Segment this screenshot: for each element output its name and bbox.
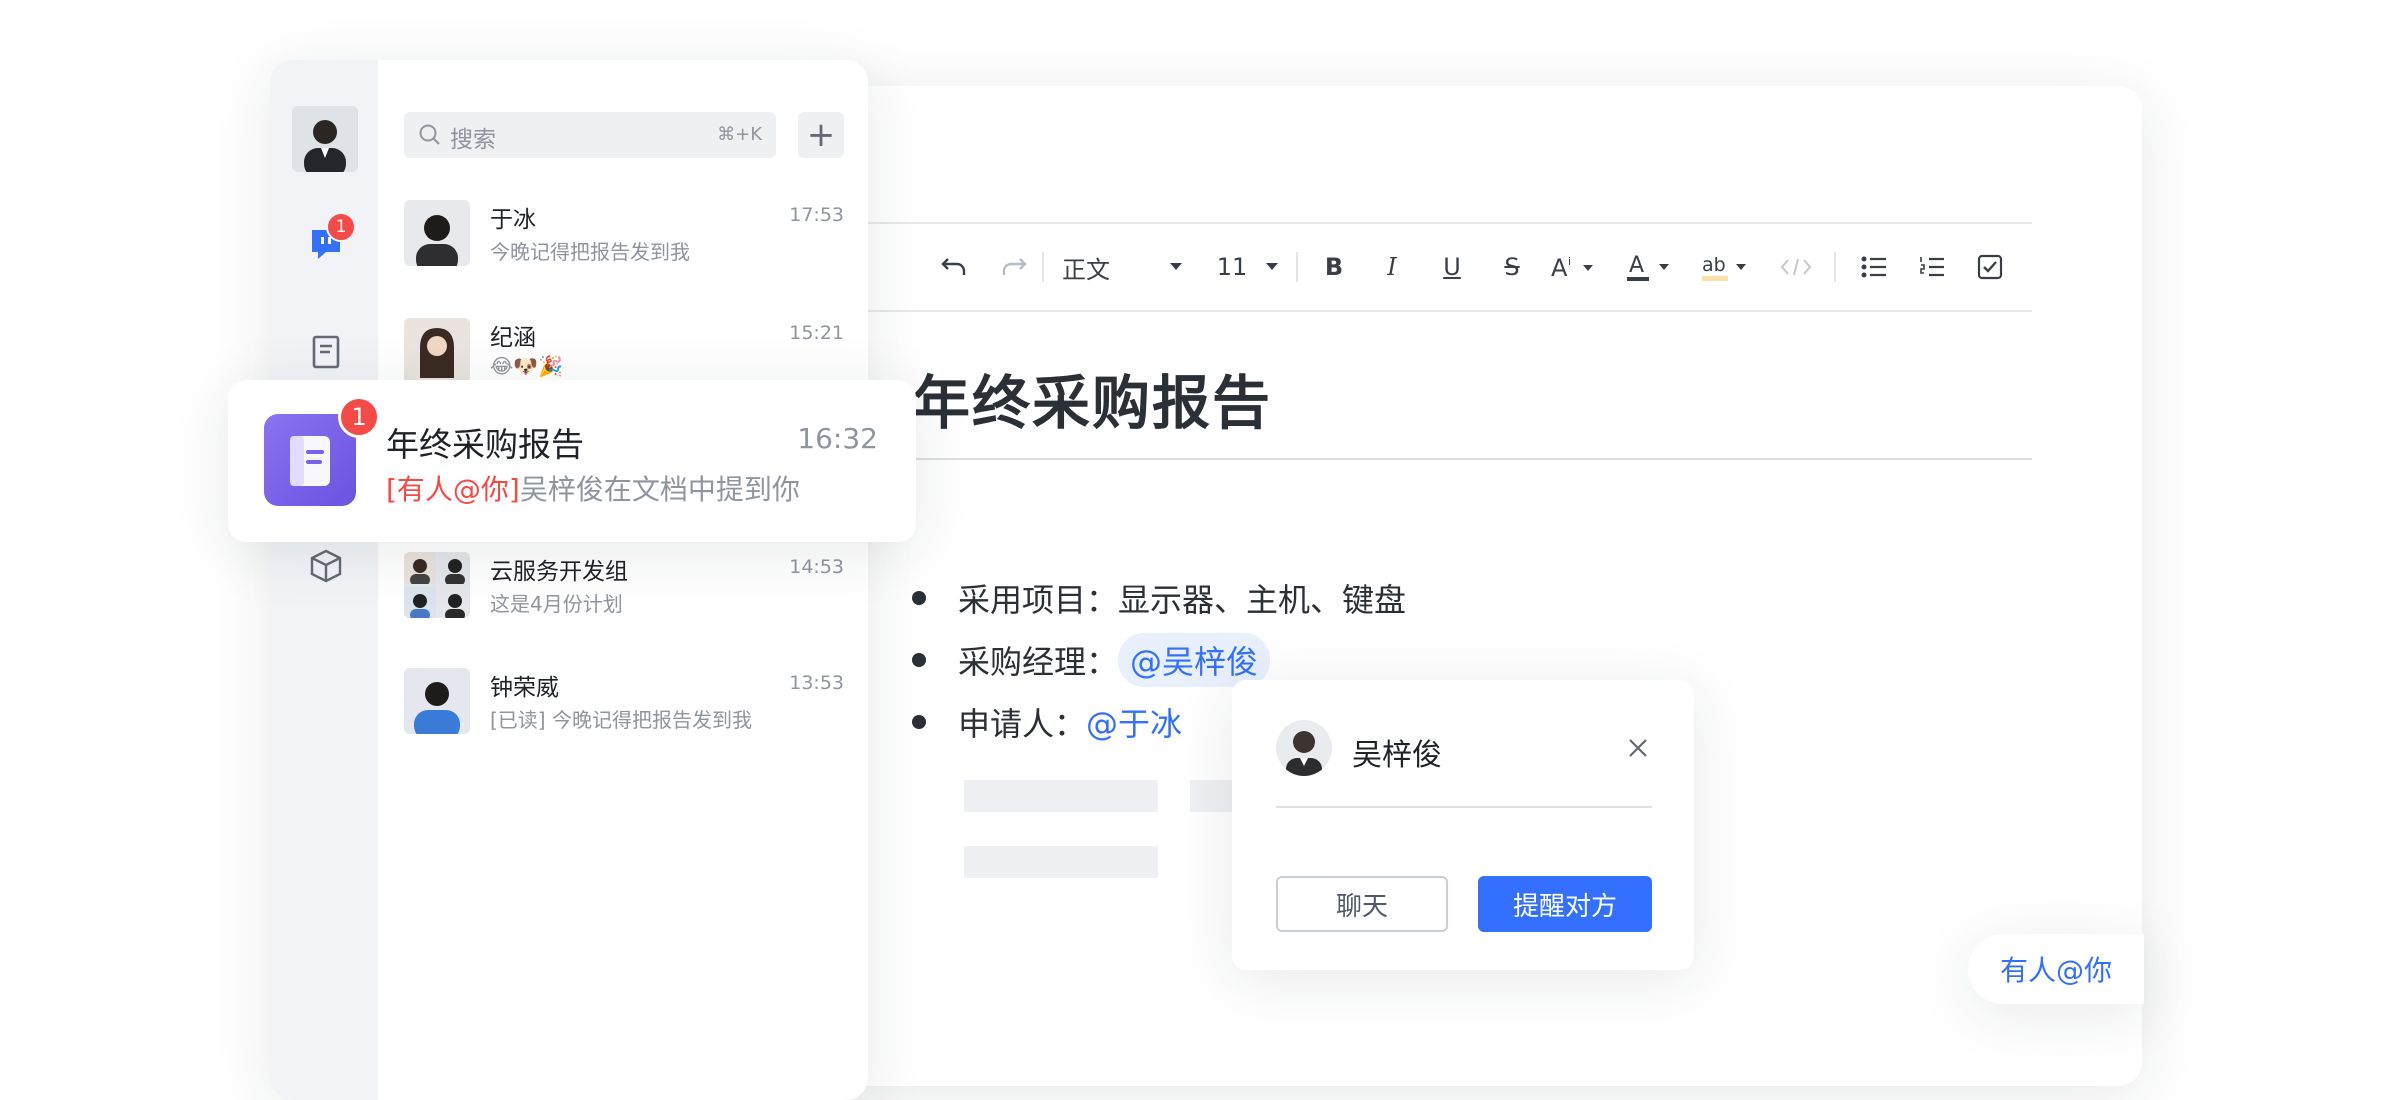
checklist-icon[interactable] [1968, 224, 2012, 310]
conversation-preview: 😂🐶🎉 [490, 354, 564, 378]
bullet-item[interactable]: 采购经理： @吴梓俊 [912, 633, 1271, 687]
remind-button[interactable]: 提醒对方 [1478, 876, 1652, 932]
toolbar-divider [1042, 252, 1044, 282]
search-shortcut: ⌘+K [717, 124, 762, 145]
conversation-time: 13:53 [789, 672, 844, 694]
numbered-list-icon[interactable] [1910, 224, 1954, 310]
toolbar-divider [1296, 252, 1298, 282]
docs-icon[interactable] [306, 332, 346, 372]
text-style-select[interactable]: 正文 [1062, 224, 1172, 310]
undo-icon[interactable] [932, 224, 976, 310]
font-size-select[interactable]: 11 [1212, 224, 1252, 310]
title-divider [912, 458, 2032, 460]
strikethrough-icon[interactable]: S [1492, 224, 1532, 310]
conversation-preview: [已读] 今晚记得把报告发到我 [490, 708, 752, 732]
conversation-name: 纪涵 [490, 325, 536, 351]
conversation-item[interactable]: 于冰 17:53 今晚记得把报告发到我 [404, 200, 844, 290]
chat-window: 1 搜索 ⌘+K + 于冰 17:53 今晚记得把报告发到我 纪涵 15:21 … [270, 60, 868, 1100]
svg-text:i: i [1568, 255, 1571, 268]
avatar [1276, 720, 1332, 776]
text-style-value: 正文 [1062, 255, 1110, 284]
avatar [404, 318, 470, 384]
notification-text: 吴梓俊在文档中提到你 [519, 473, 800, 506]
bold-icon[interactable]: B [1314, 224, 1354, 310]
svg-text:A: A [1551, 255, 1568, 279]
popup-divider [1276, 806, 1652, 808]
document-title[interactable]: 年终采购报告 [912, 356, 1272, 440]
font-size-value: 11 [1216, 253, 1248, 281]
notification-message: [有人@你]吴梓俊在文档中提到你 [386, 468, 800, 508]
bullet-value: 显示器、主机、键盘 [1118, 581, 1407, 619]
font-color-icon[interactable]: A [1624, 224, 1680, 310]
conversation-preview: 今晚记得把报告发到我 [490, 240, 690, 264]
italic-icon[interactable]: I [1372, 224, 1412, 310]
content-placeholder [964, 846, 1158, 878]
mention-indicator-button[interactable]: 有人@你 [1968, 934, 2144, 1004]
avatar [404, 200, 470, 266]
mention-notification[interactable]: 1 年终采购报告 16:32 [有人@你]吴梓俊在文档中提到你 [228, 380, 916, 542]
conversation-name: 云服务开发组 [490, 559, 628, 585]
conversation-item[interactable]: 钟荣威 13:53 [已读] 今晚记得把报告发到我 [404, 668, 844, 758]
bullet-item[interactable]: 采用项目： 显示器、主机、键盘 [912, 572, 1406, 624]
mention-link[interactable]: @于冰 [1086, 699, 1182, 745]
code-icon[interactable] [1774, 224, 1818, 310]
mention-popup: 吴梓俊 聊天 提醒对方 [1232, 680, 1694, 970]
search-placeholder: 搜索 [450, 127, 496, 153]
svg-text:ab: ab [1702, 254, 1726, 276]
notification-time: 16:32 [797, 422, 878, 455]
highlight-icon[interactable]: ab [1700, 224, 1756, 310]
toolbar-divider [1834, 252, 1836, 282]
search-icon [419, 124, 440, 145]
bullet-label: 采用项目： [958, 581, 1119, 619]
text-size-icon[interactable]: Ai [1548, 224, 1604, 310]
conversation-time: 15:21 [789, 322, 844, 344]
mention-tag: [有人@你] [386, 473, 520, 506]
svg-text:A: A [1629, 253, 1644, 278]
avatar [404, 668, 470, 734]
add-button[interactable]: + [798, 112, 844, 158]
bullet-item[interactable]: 申请人： @于冰 [912, 696, 1182, 748]
conversation-name: 钟荣威 [490, 675, 559, 701]
conversation-name: 于冰 [490, 207, 536, 233]
redo-icon[interactable] [992, 224, 1036, 310]
bullet-label: 采购经理： [958, 643, 1119, 681]
bullet-list-icon[interactable] [1852, 224, 1896, 310]
avatar[interactable] [292, 106, 358, 172]
group-avatar [404, 552, 470, 618]
popup-user-name: 吴梓俊 [1352, 738, 1442, 773]
workplace-cube-icon[interactable] [306, 546, 346, 586]
sidebar-rail: 1 [270, 60, 378, 1100]
conversation-time: 14:53 [789, 556, 844, 578]
bullet-dot [912, 591, 926, 605]
notification-badge: 1 [338, 396, 380, 438]
content-placeholder [964, 780, 1158, 812]
bullet-dot [912, 715, 926, 729]
chevron-down-icon[interactable] [1164, 224, 1188, 310]
close-icon[interactable] [1622, 732, 1654, 764]
chat-button[interactable]: 聊天 [1276, 876, 1448, 932]
conversation-time: 17:53 [789, 204, 844, 226]
notification-title: 年终采购报告 [386, 425, 584, 464]
bullet-label: 申请人： [958, 705, 1087, 743]
editor-toolbar: 正文 11 B I U S Ai A ab [868, 222, 2032, 312]
unread-badge: 1 [326, 212, 356, 242]
conversation-preview: 这是4月份计划 [490, 592, 623, 616]
underline-icon[interactable]: U [1432, 224, 1472, 310]
search-input[interactable]: 搜索 ⌘+K [404, 112, 776, 158]
bullet-dot [912, 653, 926, 667]
conversation-item[interactable]: 云服务开发组 14:53 这是4月份计划 [404, 552, 844, 642]
chevron-down-icon[interactable] [1260, 224, 1284, 310]
mention-chip[interactable]: @吴梓俊 [1118, 633, 1271, 687]
